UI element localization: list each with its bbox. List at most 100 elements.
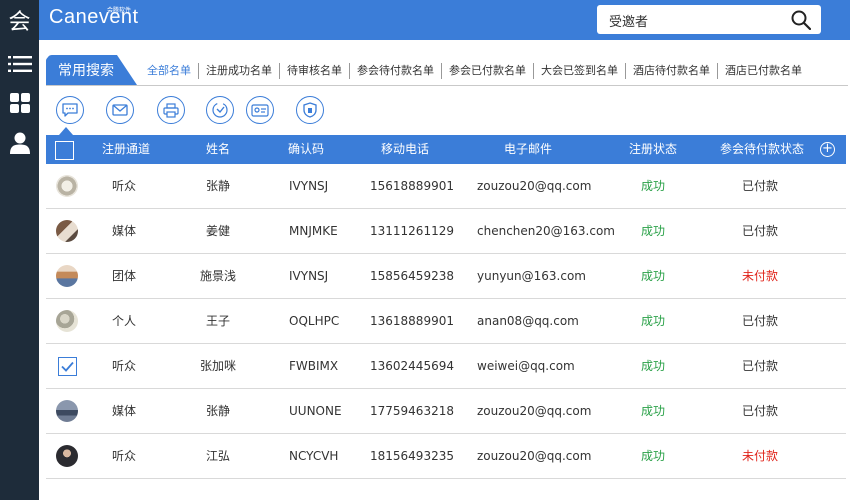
code-cell: OQLHPC — [289, 314, 340, 328]
email-cell: zouzou20@qq.com — [477, 179, 592, 193]
tab-checked-in-list[interactable]: 大会已签到名单 — [534, 63, 626, 79]
avatar — [56, 445, 78, 467]
phone-cell: 13602445694 — [370, 359, 454, 373]
table-row[interactable]: 媒体 姜健 MNJMKE 13111261129 chenchen20@163.… — [46, 209, 846, 254]
table-row[interactable]: 听众 张静 IVYNSJ 15618889901 zouzou20@qq.com… — [46, 164, 846, 209]
row-checkbox[interactable] — [58, 357, 77, 376]
avatar — [56, 400, 78, 422]
search-box — [597, 5, 821, 34]
phone-cell: 15618889901 — [370, 179, 454, 193]
sidebar-item-list[interactable] — [0, 44, 39, 84]
payment-cell: 已付款 — [741, 224, 779, 238]
list-icon — [7, 56, 32, 72]
tab-unpaid-attendee-list[interactable]: 参会待付款名单 — [350, 63, 442, 79]
print-button[interactable] — [157, 96, 185, 124]
column-header-email[interactable]: 电子邮件 — [504, 135, 552, 164]
sign-in-button[interactable] — [206, 96, 234, 124]
tab-registered-list[interactable]: 注册成功名单 — [199, 63, 280, 79]
column-header-status[interactable]: 注册状态 — [629, 135, 677, 164]
code-cell: NCYCVH — [289, 449, 339, 463]
code-cell: IVYNSJ — [289, 269, 329, 283]
payment-cell: 已付款 — [741, 404, 779, 418]
mail-icon — [112, 104, 128, 116]
channel-cell: 媒体 — [111, 404, 137, 418]
tab-hotel-unpaid-list[interactable]: 酒店待付款名单 — [626, 63, 718, 79]
add-column-button[interactable]: + — [820, 142, 835, 157]
name-cell: 江弘 — [205, 449, 231, 463]
shield-button[interactable] — [296, 96, 324, 124]
status-cell: 成功 — [640, 224, 666, 238]
favorite-search-label: 常用搜索 — [58, 63, 114, 79]
tab-divider — [46, 85, 848, 86]
message-icon — [62, 103, 78, 117]
message-button[interactable] — [56, 96, 84, 124]
phone-cell: 13618889901 — [370, 314, 454, 328]
logo-glyph: 会 — [8, 10, 31, 35]
tab-hotel-paid-list[interactable]: 酒店已付款名单 — [718, 63, 809, 79]
channel-cell: 个人 — [111, 314, 137, 328]
badge-button[interactable] — [246, 96, 274, 124]
list-tabs: 全部名单 注册成功名单 待审核名单 参会待付款名单 参会已付款名单 大会已签到名… — [140, 62, 809, 80]
tab-all-list[interactable]: 全部名单 — [140, 63, 199, 79]
status-cell: 成功 — [640, 269, 666, 283]
name-cell: 张静 — [205, 404, 231, 418]
shield-icon — [303, 102, 317, 118]
sign-in-icon — [212, 102, 228, 118]
payment-cell: 已付款 — [741, 179, 779, 193]
status-cell: 成功 — [640, 449, 666, 463]
channel-cell: 听众 — [111, 359, 137, 373]
email-cell: zouzou20@qq.com — [477, 449, 592, 463]
favorite-search-tab[interactable]: 常用搜索 — [46, 55, 137, 85]
status-cell: 成功 — [640, 179, 666, 193]
email-cell: chenchen20@163.com — [477, 224, 615, 238]
tab-paid-attendee-list[interactable]: 参会已付款名单 — [442, 63, 534, 79]
phone-cell: 17759463218 — [370, 404, 454, 418]
top-bar: 会 Canevent 会腾软件 — [0, 0, 850, 40]
user-icon — [9, 132, 30, 154]
mail-button[interactable] — [106, 96, 134, 124]
name-cell: 姜健 — [205, 224, 231, 238]
table-row[interactable]: 听众 江弘 NCYCVH 18156493235 zouzou20@qq.com… — [46, 434, 846, 479]
sidebar-item-user[interactable] — [0, 123, 39, 163]
search-input[interactable] — [609, 11, 779, 29]
table-header: 注册通道 姓名 确认码 移动电话 电子邮件 注册状态 参会待付款状态 — [46, 135, 846, 164]
status-cell: 成功 — [640, 359, 666, 373]
email-cell: anan08@qq.com — [477, 314, 579, 328]
status-cell: 成功 — [640, 314, 666, 328]
sidebar — [0, 40, 39, 500]
column-header-channel[interactable]: 注册通道 — [102, 135, 150, 164]
payment-cell: 已付款 — [741, 314, 779, 328]
select-all-checkbox[interactable] — [55, 141, 74, 160]
phone-cell: 13111261129 — [370, 224, 454, 238]
table-row[interactable]: 媒体 张静 UUNONE 17759463218 zouzou20@qq.com… — [46, 389, 846, 434]
avatar — [56, 220, 78, 242]
badge-icon — [251, 104, 269, 117]
code-cell: MNJMKE — [289, 224, 338, 238]
column-header-code[interactable]: 确认码 — [288, 135, 324, 164]
email-cell: yunyun@163.com — [477, 269, 586, 283]
column-header-phone[interactable]: 移动电话 — [381, 135, 429, 164]
table-row[interactable]: 听众 张加咪 FWBIMX 13602445694 weiwei@qq.com … — [46, 344, 846, 389]
plus-icon: + — [822, 141, 833, 156]
name-cell: 施景浅 — [199, 269, 237, 283]
avatar — [56, 175, 78, 197]
table-row[interactable]: 个人 王子 OQLHPC 13618889901 anan08@qq.com 成… — [46, 299, 846, 344]
phone-cell: 15856459238 — [370, 269, 454, 283]
code-cell: FWBIMX — [289, 359, 339, 373]
column-header-name[interactable]: 姓名 — [206, 135, 230, 164]
grid-icon — [9, 93, 30, 113]
table-row[interactable]: 团体 施景浅 IVYNSJ 15856459238 yunyun@163.com… — [46, 254, 846, 299]
search-icon[interactable] — [791, 10, 811, 30]
app-logo[interactable]: 会 — [0, 0, 39, 40]
checkmark-icon — [61, 361, 74, 372]
avatar — [56, 310, 78, 332]
channel-cell: 团体 — [111, 269, 137, 283]
avatar — [56, 265, 78, 287]
tab-pending-review-list[interactable]: 待审核名单 — [280, 63, 350, 79]
code-cell: IVYNSJ — [289, 179, 329, 193]
sidebar-item-grid[interactable] — [0, 83, 39, 123]
column-header-payment[interactable]: 参会待付款状态 — [720, 135, 804, 164]
payment-cell: 已付款 — [741, 359, 779, 373]
name-cell: 王子 — [205, 314, 231, 328]
email-cell: weiwei@qq.com — [477, 359, 575, 373]
